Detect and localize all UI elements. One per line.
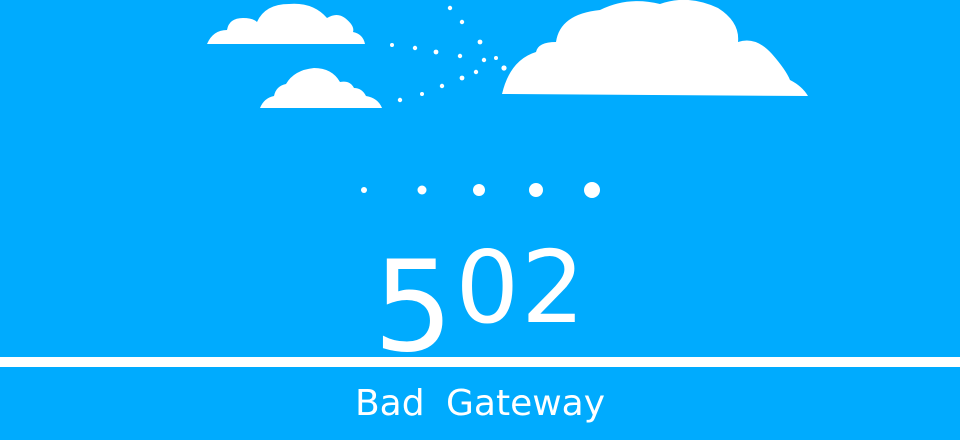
cloud-icon xyxy=(260,68,382,108)
error-code-first-digit: 5 xyxy=(373,233,456,380)
error-code-rest: 02 xyxy=(455,229,587,346)
loading-dot xyxy=(361,187,367,193)
error-code: 502 xyxy=(0,238,960,370)
horizon-divider xyxy=(0,357,960,367)
error-page: 502 Bad Gateway xyxy=(0,0,960,440)
sparkle-dots-decoration xyxy=(390,5,507,103)
error-message: Bad Gateway xyxy=(354,383,606,424)
loading-dot xyxy=(417,185,427,195)
cloud-icon xyxy=(502,0,808,96)
loading-dots-icon xyxy=(361,182,600,198)
loading-dot xyxy=(584,182,600,198)
cloud-icon xyxy=(207,3,365,44)
loading-dot xyxy=(473,184,485,196)
loading-dot xyxy=(529,183,543,197)
